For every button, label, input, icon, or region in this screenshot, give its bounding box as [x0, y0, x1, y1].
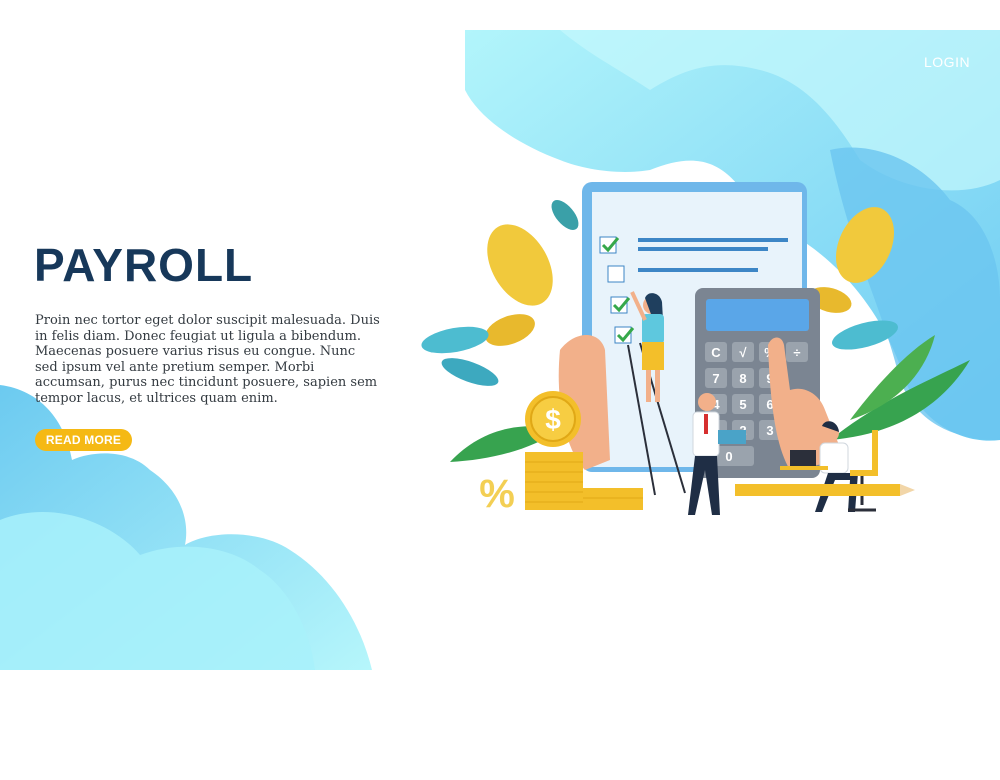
bottom-left-cloud	[0, 385, 372, 670]
calc-key: 0	[725, 449, 732, 464]
calc-key: 8	[739, 371, 746, 386]
calc-key: C	[711, 345, 721, 360]
calc-key: 3	[766, 423, 773, 438]
percent-icon: %	[479, 472, 515, 516]
read-more-button[interactable]: READ MORE	[35, 429, 132, 451]
calc-key: 5	[739, 397, 746, 412]
calc-key: 7	[712, 371, 719, 386]
dollar-icon: $	[545, 404, 561, 435]
login-link[interactable]: LOGIN	[924, 54, 970, 70]
calc-key: √	[739, 345, 747, 360]
payroll-illustration: C √ % ÷ 7 8 9 4 5 6 1 2 3 0 $ %	[421, 182, 970, 516]
page-title: PAYROLL	[34, 239, 254, 291]
hero-description: Proin nec tortor eget dolor suscipit mal…	[35, 313, 380, 406]
calc-key: ÷	[793, 345, 800, 360]
pencil	[735, 484, 915, 496]
